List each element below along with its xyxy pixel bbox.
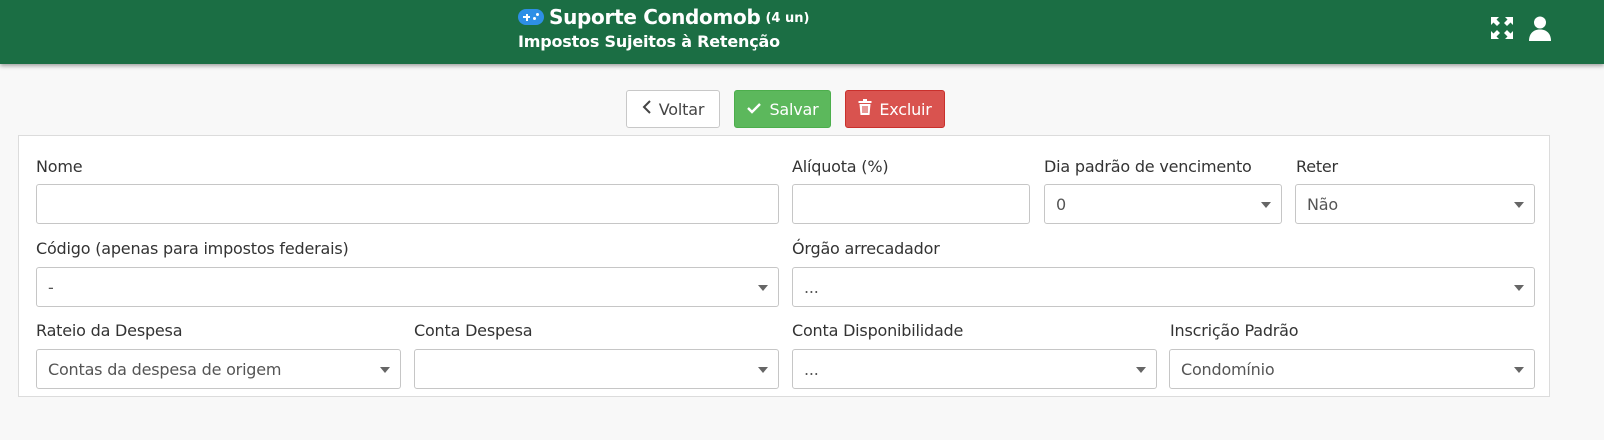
codigo-select[interactable]: -	[36, 267, 779, 307]
orgao-value: ...	[804, 277, 819, 297]
aliquota-label: Alíquota (%)	[792, 157, 889, 176]
rateio-value: Contas da despesa de origem	[48, 359, 282, 379]
caret-down-icon	[380, 367, 390, 373]
inscricao-value: Condomínio	[1181, 359, 1275, 379]
back-button[interactable]: Voltar	[626, 90, 720, 128]
reter-select[interactable]: Não	[1295, 184, 1535, 224]
caret-down-icon	[1514, 367, 1524, 373]
rateio-select[interactable]: Contas da despesa de origem	[36, 349, 401, 389]
back-button-label: Voltar	[658, 99, 705, 119]
top-bar: Suporte Condomob (4 un) Impostos Sujeito…	[0, 0, 1604, 64]
caret-down-icon	[758, 285, 768, 291]
chevron-left-icon	[642, 99, 652, 119]
conta-despesa-select[interactable]	[414, 349, 779, 389]
orgao-select[interactable]: ...	[792, 267, 1535, 307]
inscricao-label: Inscrição Padrão	[1170, 321, 1299, 340]
gamepad-icon	[518, 9, 544, 25]
save-button[interactable]: Salvar	[734, 90, 831, 128]
check-icon	[746, 100, 762, 119]
caret-down-icon	[1261, 202, 1271, 208]
dia-vencimento-value: 0	[1056, 194, 1066, 214]
app-name: Suporte Condomob	[549, 5, 761, 29]
delete-button-label: Excluir	[879, 99, 932, 119]
inscricao-select[interactable]: Condomínio	[1169, 349, 1535, 389]
reter-label: Reter	[1296, 157, 1338, 176]
save-button-label: Salvar	[769, 99, 819, 119]
reter-value: Não	[1307, 194, 1338, 214]
delete-button[interactable]: Excluir	[845, 90, 945, 128]
aliquota-input[interactable]	[792, 184, 1030, 224]
caret-down-icon	[758, 367, 768, 373]
rateio-label: Rateio da Despesa	[36, 321, 183, 340]
orgao-label: Órgão arrecadador	[792, 239, 940, 258]
codigo-value: -	[48, 277, 54, 297]
conta-disponibilidade-value: ...	[804, 359, 819, 379]
codigo-label: Código (apenas para impostos federais)	[36, 239, 349, 258]
caret-down-icon	[1514, 202, 1524, 208]
conta-disponibilidade-select[interactable]: ...	[792, 349, 1157, 389]
caret-down-icon	[1514, 285, 1524, 291]
nome-label: Nome	[36, 157, 83, 176]
expand-icon[interactable]	[1488, 14, 1516, 42]
conta-despesa-label: Conta Despesa	[414, 321, 533, 340]
page-title: Impostos Sujeitos à Retenção	[518, 32, 780, 51]
dia-vencimento-select[interactable]: 0	[1044, 184, 1282, 224]
nome-input[interactable]	[36, 184, 779, 224]
caret-down-icon	[1136, 367, 1146, 373]
app-count: (4 un)	[765, 11, 810, 26]
trash-icon	[858, 99, 872, 119]
app-title[interactable]: Suporte Condomob (4 un)	[518, 5, 809, 29]
user-icon[interactable]	[1526, 14, 1554, 42]
dia-vencimento-label: Dia padrão de vencimento	[1044, 157, 1252, 176]
conta-disponibilidade-label: Conta Disponibilidade	[792, 321, 964, 340]
